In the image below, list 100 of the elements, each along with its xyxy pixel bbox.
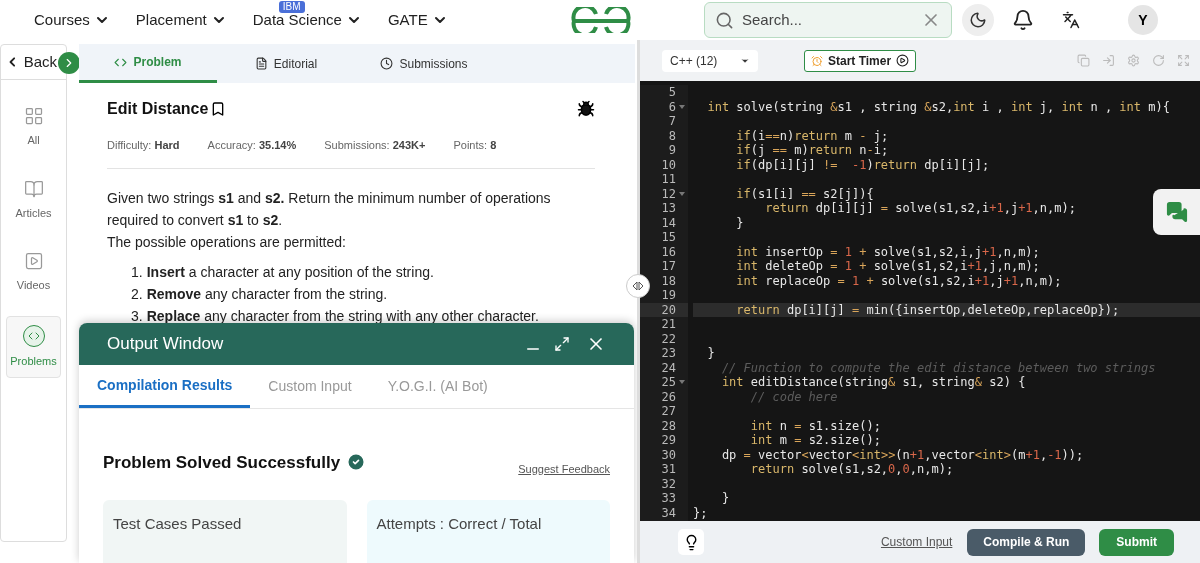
bug-icon[interactable]	[577, 100, 595, 118]
code-line: return dp[i][j] = solve(s1,s2,i+1,j+1,n,m);	[764, 201, 1076, 215]
line-number: 25	[661, 375, 676, 390]
line-number: 16	[661, 244, 676, 259]
line-number: 27	[661, 404, 676, 419]
line-number: 5	[668, 85, 676, 100]
stat-label: Test Cases Passed	[113, 514, 242, 532]
search-bar[interactable]: Search...	[704, 2, 952, 38]
line-number: 18	[661, 273, 676, 288]
line-number: 30	[661, 447, 676, 462]
submit-button[interactable]: Submit	[1099, 528, 1174, 556]
line-number: 6	[668, 99, 676, 114]
theme-toggle-button[interactable]	[962, 4, 994, 36]
code-line: if(dp[i][j] != -1)return dp[i][j];	[735, 157, 990, 172]
code-line: // Function to compute the edit distance between two strings	[720, 360, 1156, 375]
line-number: 33	[661, 491, 676, 506]
fold-icon[interactable]	[679, 104, 685, 109]
line-number: 12	[661, 186, 676, 201]
compile-run-button[interactable]: Compile & Run	[967, 528, 1086, 556]
hint-button[interactable]	[678, 529, 704, 555]
line-number: 17	[661, 259, 676, 274]
line-number: 21	[661, 317, 676, 332]
clock-icon	[380, 57, 394, 70]
nav-badge: IBM	[278, 0, 305, 13]
back-button[interactable]: Back	[1, 45, 57, 79]
line-number: 7	[668, 114, 676, 129]
expand-button[interactable]	[58, 52, 80, 74]
code-line: int solve(string &s1 , string &s2,int i , int j, int n , int m){	[706, 99, 1170, 114]
split-arrows-icon	[632, 281, 644, 291]
problem-title: Edit Distance	[107, 99, 209, 119]
maximize-icon[interactable]	[554, 336, 570, 352]
grid-icon	[23, 106, 44, 126]
moon-icon	[969, 11, 987, 29]
translate-icon[interactable]	[1062, 11, 1080, 29]
sidebar-item[interactable]: All	[6, 98, 61, 157]
chat-icon	[1165, 201, 1188, 223]
book-icon	[23, 178, 44, 199]
nav-menu[interactable]: Placement	[135, 8, 227, 32]
problem-stat: Points: 8	[453, 138, 497, 153]
code-line: }	[735, 215, 744, 230]
code-line: int m = s2.size();	[749, 433, 881, 447]
feedback-link[interactable]: Suggest Feedback	[518, 461, 610, 478]
fold-icon[interactable]	[679, 380, 685, 384]
code-line: }	[720, 491, 730, 505]
code-line: // code here	[749, 389, 838, 404]
nav-menu[interactable]: Courses	[34, 8, 110, 32]
code-line: return dp[i][j] = min({insertOp,deleteOp,replaceOp});	[735, 302, 1120, 317]
alarm-clock-icon	[811, 54, 823, 67]
start-timer-button[interactable]: Start Timer	[804, 49, 917, 72]
problem-tab[interactable]: Submissions	[355, 44, 493, 83]
line-number: 34	[661, 505, 676, 520]
sidebar-item[interactable]: Videos	[6, 243, 61, 302]
avatar[interactable]: Y	[1128, 5, 1158, 35]
nav-menu[interactable]: GATE	[387, 8, 448, 32]
code-editor[interactable]	[640, 81, 1200, 521]
stat-label: Attempts : Correct / Total	[376, 514, 542, 532]
chat-button[interactable]	[1153, 189, 1200, 235]
line-number: 29	[661, 433, 676, 448]
code-line: int deleteOp = 1 + solve(s1,s2,i+1,j,n,m);	[735, 259, 1040, 273]
list-number: 2.	[131, 284, 143, 304]
operation-item: Insert a character at any position of the string.	[146, 262, 434, 282]
code-icon	[22, 324, 45, 347]
line-number: 11	[661, 172, 676, 187]
line-number: 15	[661, 230, 676, 245]
line-number: 9	[668, 143, 676, 158]
line-number: 28	[661, 418, 676, 433]
line-number: 31	[661, 462, 676, 477]
sidebar-item[interactable]: Problems	[6, 315, 61, 378]
output-tab[interactable]: Compilation Results	[79, 365, 251, 408]
operation-item: Replace any character from the string with any other character.	[146, 306, 539, 326]
problem-tab[interactable]: Problem	[79, 44, 217, 83]
line-number: 22	[661, 331, 676, 346]
line-number: 13	[661, 201, 676, 216]
line-number: 26	[661, 389, 676, 404]
resize-handle[interactable]	[626, 274, 650, 298]
search-field[interactable]: Search...	[742, 8, 913, 32]
line-number: 19	[661, 288, 676, 303]
play-icon	[23, 251, 44, 271]
sidebar-item[interactable]: Articles	[6, 170, 61, 229]
line-number: 14	[661, 215, 676, 230]
line-number: 32	[661, 476, 676, 491]
code-line: int editDistance(string& s1, string& s2) {	[720, 375, 1026, 389]
fold-icon[interactable]	[679, 191, 685, 196]
code-line: int replaceOp = 1 + solve(s1,s2,i+1,j+1,n,m);	[735, 273, 1062, 288]
document-icon	[254, 57, 268, 70]
custom-input-link[interactable]: Custom Input	[880, 533, 953, 551]
language-select[interactable]: C++ (12)	[662, 49, 758, 72]
bell-icon[interactable]	[1012, 9, 1034, 31]
code-line: if(i==n)return m - j;	[735, 128, 889, 143]
logo-icon	[570, 7, 632, 33]
code-line: }	[706, 346, 715, 360]
problem-stat: Accuracy: 35.14%	[207, 138, 297, 153]
check-icon	[346, 452, 367, 473]
list-number: 1.	[131, 262, 143, 282]
problem-tab[interactable]: Editorial	[217, 44, 355, 83]
problem-stat: Difficulty: Hard	[107, 138, 180, 153]
line-number: 23	[661, 346, 676, 361]
line-number: 24	[661, 360, 676, 375]
line-number: 8	[668, 128, 676, 143]
problem-stat: Submissions: 243K+	[324, 138, 426, 153]
